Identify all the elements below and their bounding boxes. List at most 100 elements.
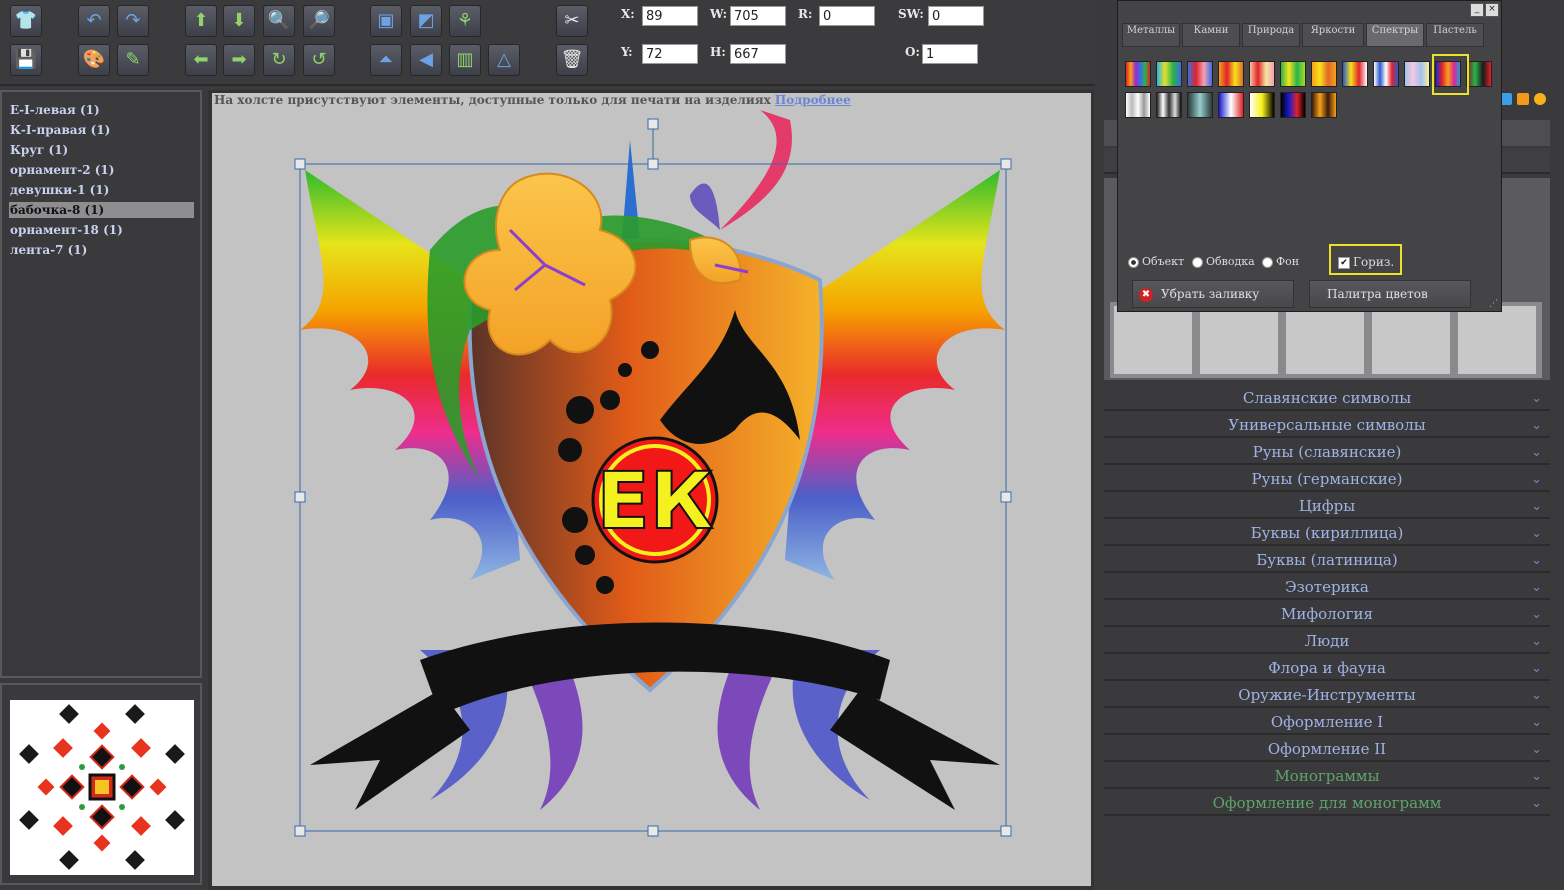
emblem-artwork: ЕК — [294, 110, 1012, 837]
x-input[interactable] — [642, 6, 698, 26]
layer-item[interactable]: Е-I-левая (1) — [9, 102, 194, 118]
gradient-swatch[interactable] — [1280, 61, 1306, 87]
radio-background[interactable]: Фон — [1262, 255, 1299, 268]
category-item[interactable]: Славянские символы ⌄ — [1104, 386, 1550, 411]
close-icon[interactable]: × — [1485, 3, 1499, 17]
mail-icon[interactable] — [1534, 93, 1547, 105]
category-item[interactable]: Буквы (кириллица) ⌄ — [1104, 521, 1550, 546]
gradient-swatch[interactable] — [1125, 92, 1151, 118]
move-left-icon[interactable]: ⬅ — [185, 44, 217, 76]
category-item[interactable]: Универсальные символы ⌄ — [1104, 413, 1550, 438]
zoom-out-icon[interactable]: 🔎 — [303, 5, 335, 37]
w-input[interactable] — [730, 6, 786, 26]
category-item[interactable]: Буквы (латиница) ⌄ — [1104, 548, 1550, 573]
minimize-icon[interactable]: _ — [1470, 3, 1484, 17]
category-item[interactable]: Оформление II ⌄ — [1104, 737, 1550, 762]
save-icon[interactable]: 💾 — [10, 44, 42, 76]
gradient-swatch[interactable] — [1373, 61, 1399, 87]
notice-more-link[interactable]: Подробнее — [775, 93, 851, 107]
tshirt-icon[interactable]: 👕 — [10, 5, 42, 37]
gradient-swatch[interactable] — [1187, 61, 1213, 87]
category-item[interactable]: Цифры ⌄ — [1104, 494, 1550, 519]
category-item[interactable]: Люди ⌄ — [1104, 629, 1550, 654]
category-item[interactable]: Оружие-Инструменты ⌄ — [1104, 683, 1550, 708]
zoom-in-icon[interactable]: 🔍 — [263, 5, 295, 37]
gradient-swatch[interactable] — [1280, 92, 1306, 118]
resize-handle-icon[interactable]: ⋰ — [1489, 299, 1499, 309]
sw-input[interactable] — [928, 6, 984, 26]
horizontal-checkbox[interactable]: ✔ Гориз. — [1338, 255, 1394, 269]
settings-icon[interactable]: ✂ — [556, 5, 588, 37]
gallery-thumb[interactable] — [1458, 306, 1536, 374]
gradient-swatch[interactable] — [1404, 61, 1430, 87]
gallery-strip — [1110, 302, 1542, 378]
gradient-swatch[interactable] — [1125, 61, 1151, 87]
layer-item[interactable]: К-I-правая (1) — [9, 122, 194, 138]
gradient-swatch[interactable] — [1249, 61, 1275, 87]
delete-icon[interactable]: 🗑 — [556, 44, 588, 76]
gradient-swatch[interactable] — [1187, 92, 1213, 118]
category-item[interactable]: Эзотерика ⌄ — [1104, 575, 1550, 600]
category-item[interactable]: Мифология ⌄ — [1104, 602, 1550, 627]
gradient-swatch[interactable] — [1311, 92, 1337, 118]
move-right-icon[interactable]: ➡ — [223, 44, 255, 76]
gallery-thumb[interactable] — [1286, 306, 1364, 374]
h-input[interactable] — [730, 44, 786, 64]
rotate-cw-icon[interactable]: ↻ — [263, 44, 295, 76]
move-down-icon[interactable]: ⬇ — [223, 5, 255, 37]
rotate-ccw-icon[interactable]: ↺ — [303, 44, 335, 76]
category-item[interactable]: Флора и фауна ⌄ — [1104, 656, 1550, 681]
layer-item[interactable]: девушки-1 (1) — [9, 182, 194, 198]
tab-pastel[interactable]: Пастель — [1426, 23, 1484, 47]
y-input[interactable] — [642, 44, 698, 64]
gallery-thumb[interactable] — [1372, 306, 1450, 374]
tab-metals[interactable]: Металлы — [1122, 23, 1180, 47]
triangle-icon[interactable]: △ — [488, 44, 520, 76]
undo-icon[interactable]: ↶ — [78, 5, 110, 37]
gradient-swatch[interactable] — [1249, 92, 1275, 118]
gradient-swatch[interactable] — [1342, 61, 1368, 87]
gallery-thumb[interactable] — [1114, 306, 1192, 374]
align-icon[interactable]: ⚘ — [449, 5, 481, 37]
r-input[interactable] — [819, 6, 875, 26]
group-icon[interactable]: ▥ — [449, 44, 481, 76]
gradient-swatch[interactable] — [1218, 92, 1244, 118]
category-item[interactable]: Руны (германские) ⌄ — [1104, 467, 1550, 492]
radio-object[interactable]: Объект — [1128, 255, 1184, 268]
gradient-swatch[interactable] — [1311, 61, 1337, 87]
redo-icon[interactable]: ↷ — [117, 5, 149, 37]
tab-nature[interactable]: Природа — [1242, 23, 1300, 47]
sw-label: SW: — [898, 7, 924, 21]
move-up-icon[interactable]: ⬆ — [185, 5, 217, 37]
odnoklassniki-icon[interactable] — [1517, 93, 1530, 105]
gallery-thumb[interactable] — [1200, 306, 1278, 374]
gradient-swatch[interactable] — [1218, 61, 1244, 87]
layer-item-selected[interactable]: бабочка-8 (1) — [9, 202, 194, 218]
gradient-swatch[interactable] — [1156, 92, 1182, 118]
layer-item[interactable]: Круг (1) — [9, 142, 194, 158]
tab-stones[interactable]: Камни — [1182, 23, 1240, 47]
o-input[interactable] — [922, 44, 978, 64]
layer-item[interactable]: орнамент-2 (1) — [9, 162, 194, 178]
category-item[interactable]: Оформление для монограмм ⌄ — [1104, 791, 1550, 816]
flip-horizontal-icon[interactable]: ◀ — [410, 44, 442, 76]
ornament-preview[interactable] — [10, 700, 194, 875]
edit-icon[interactable]: ✎ — [117, 44, 149, 76]
tab-brightness[interactable]: Яркости — [1302, 23, 1364, 47]
category-item[interactable]: Монограммы ⌄ — [1104, 764, 1550, 789]
category-item[interactable]: Оформление I ⌄ — [1104, 710, 1550, 735]
color-palette-button[interactable]: Палитра цветов — [1309, 280, 1471, 308]
radio-stroke[interactable]: Обводка — [1192, 255, 1255, 268]
remove-fill-button[interactable]: ✖ Убрать заливку — [1132, 280, 1294, 308]
tab-spectra[interactable]: Спектры — [1366, 23, 1424, 47]
gradient-swatch[interactable] — [1466, 61, 1492, 87]
gradient-swatch[interactable] — [1156, 61, 1182, 87]
front-icon[interactable]: ▣ — [370, 5, 402, 37]
back-icon[interactable]: ◩ — [410, 5, 442, 37]
layer-item[interactable]: лента-7 (1) — [9, 242, 194, 258]
design-canvas[interactable]: ЕК — [212, 93, 1091, 886]
layer-item[interactable]: орнамент-18 (1) — [9, 222, 194, 238]
flip-vertical-icon[interactable]: ⏶ — [370, 44, 402, 76]
palette-icon[interactable]: 🎨 — [78, 44, 110, 76]
category-item[interactable]: Руны (славянские) ⌄ — [1104, 440, 1550, 465]
